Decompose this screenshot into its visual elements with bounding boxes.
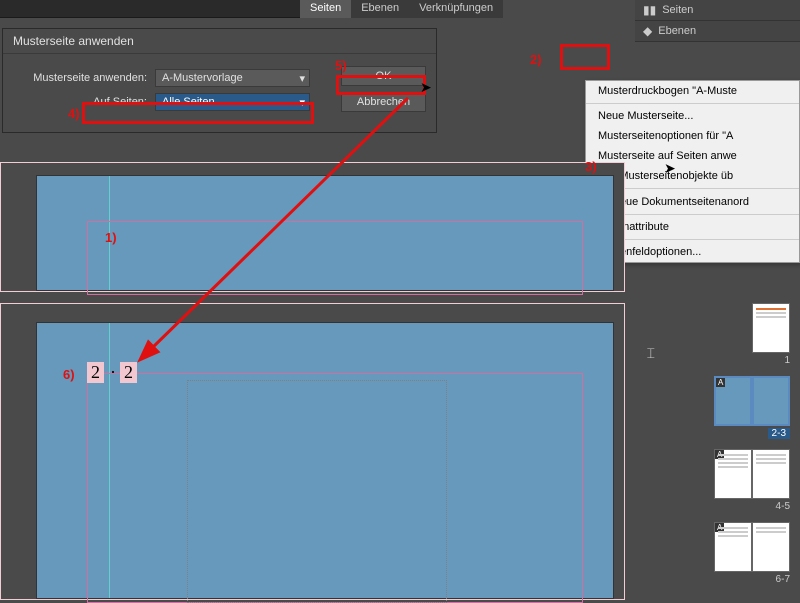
redbox-5: [336, 75, 426, 95]
spread-3[interactable]: A 4-5: [635, 441, 800, 514]
panel-label: Seiten: [662, 4, 693, 16]
page-number-right: 2: [120, 362, 137, 383]
page-number-sep: ·: [106, 362, 120, 383]
tab-ebenen[interactable]: Ebenen: [351, 0, 409, 18]
page-number-left: 2: [87, 362, 104, 383]
menu-neue-musterseite[interactable]: Neue Musterseite...: [586, 103, 799, 126]
page-before[interactable]: [36, 175, 614, 291]
spread-label: 1: [784, 355, 790, 366]
annotation-2: 2): [530, 52, 542, 67]
redbox-4: [82, 102, 314, 124]
margin-frame: [87, 221, 583, 295]
annotation-4: 4): [68, 106, 80, 121]
spread-4[interactable]: A 6-7: [635, 514, 800, 587]
menu-musterdruckbogen[interactable]: Musterdruckbogen "A-Muste: [586, 81, 799, 101]
spread-label: 2-3: [768, 428, 790, 439]
tab-seiten[interactable]: Seiten: [300, 0, 351, 18]
spread-label: 6-7: [776, 574, 790, 585]
menu-musterseitenoptionen[interactable]: Musterseitenoptionen für "A: [586, 126, 799, 146]
page-thumb[interactable]: [752, 376, 790, 426]
spread-2[interactable]: A 2-3: [635, 368, 800, 441]
cursor-icon: ➤: [420, 79, 432, 96]
master-badge: A: [716, 378, 725, 387]
annotation-5: 5): [335, 58, 347, 73]
annotation-3: 3): [585, 159, 597, 174]
top-tabs: Seiten Ebenen Verknüpfungen: [300, 0, 503, 18]
text-cursor-icon: ⌶: [647, 345, 655, 362]
dialog-title: Musterseite anwenden: [3, 29, 436, 54]
page-thumb[interactable]: [752, 303, 790, 353]
layers-icon: ◆: [643, 24, 652, 38]
panel-header-seiten[interactable]: ▮▮ Seiten: [635, 0, 800, 21]
right-panel-group: ▮▮ Seiten ◆ Ebenen: [635, 0, 800, 42]
panel-label: Ebenen: [658, 25, 696, 37]
page-thumb[interactable]: [752, 522, 790, 572]
pages-icon: ▮▮: [643, 3, 656, 17]
canvas-after: [0, 303, 625, 600]
annotation-1: 1): [105, 230, 117, 245]
cursor-icon: ➤: [664, 160, 676, 177]
dropdown-musterseite[interactable]: A-Mustervorlage: [155, 69, 310, 87]
label-musterseite: Musterseite anwenden:: [15, 72, 155, 84]
cancel-button[interactable]: Abbrechen: [341, 92, 426, 112]
page-thumb[interactable]: A: [714, 449, 752, 499]
panel-header-ebenen[interactable]: ◆ Ebenen: [635, 21, 800, 42]
page-thumb[interactable]: [752, 449, 790, 499]
page-thumb[interactable]: A: [714, 376, 752, 426]
ruler: [0, 0, 300, 18]
spread-label: 4-5: [776, 501, 790, 512]
canvas-before: [0, 162, 625, 292]
spread-1[interactable]: 1: [635, 295, 800, 368]
column-guide: [187, 380, 447, 603]
tab-verknuepfungen[interactable]: Verknüpfungen: [409, 0, 503, 18]
redbox-2: [560, 44, 610, 70]
annotation-6: 6): [63, 367, 75, 382]
pages-panel: 1 A 2-3 A 4-5 A 6-7: [635, 295, 800, 600]
page-thumb[interactable]: A: [714, 522, 752, 572]
